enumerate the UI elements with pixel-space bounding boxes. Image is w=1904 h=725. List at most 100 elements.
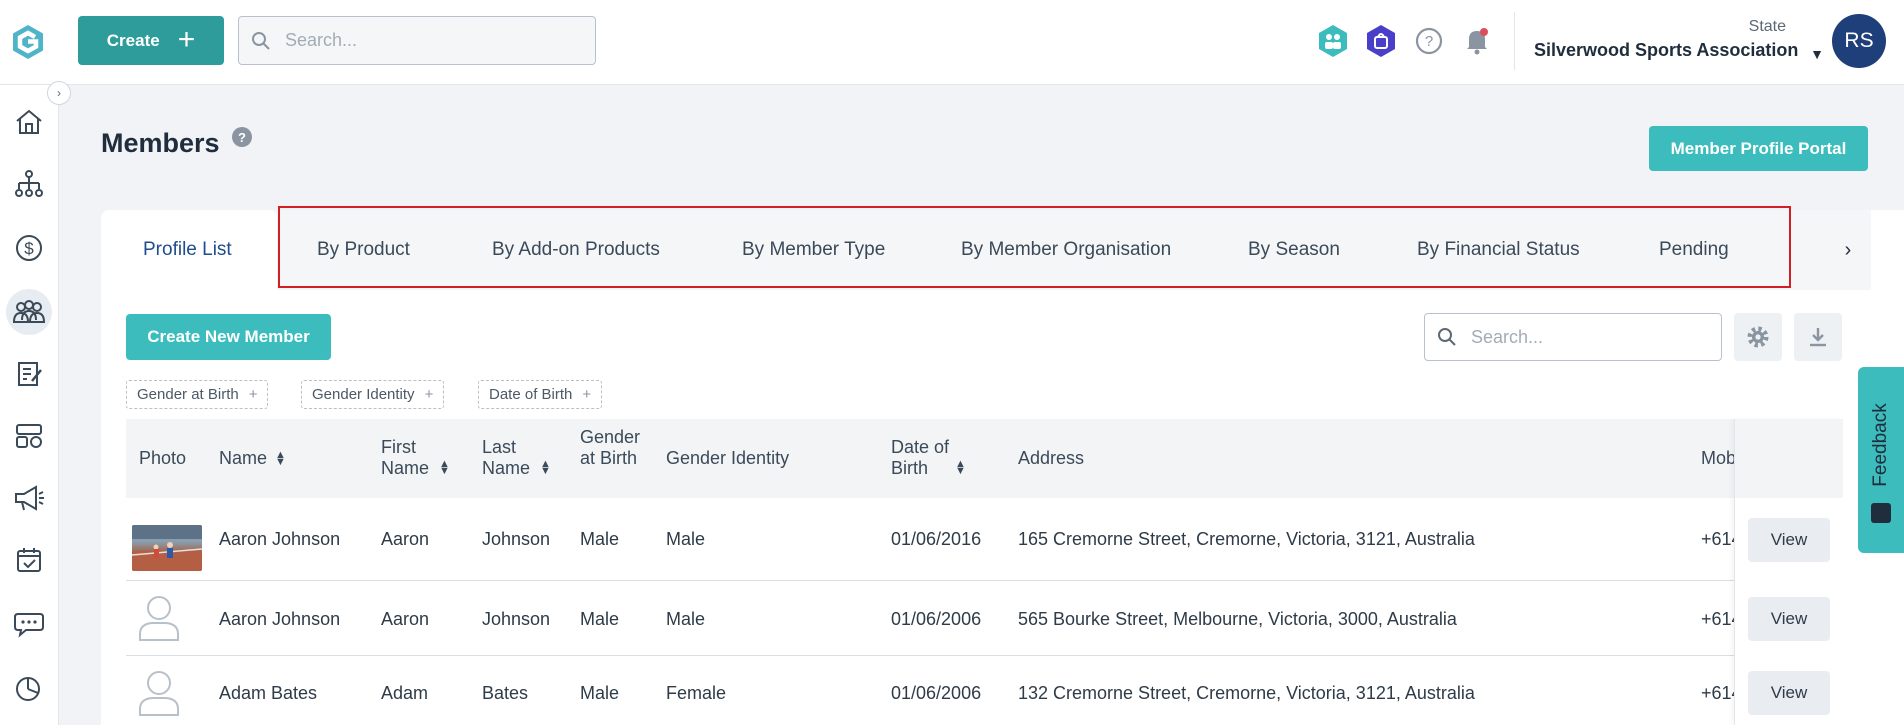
member-gender-identity: Female [666,683,727,703]
sort-icon: ▲ ▼ [275,448,286,468]
tab-by-member-type[interactable]: By Member Type [742,210,885,290]
member-last-name: Bates [482,683,529,703]
member-gender-at-birth: Male [580,529,620,549]
sidebar: $ [0,85,59,725]
column-label: Last Name [482,437,531,478]
tab-by-financial-status[interactable]: By Financial Status [1417,210,1580,290]
create-label: Create [106,30,160,50]
member-name[interactable]: Aaron Johnson [219,529,340,550]
feedback-tab[interactable]: Feedback [1858,367,1904,553]
member-gender-identity: Male [666,529,706,549]
page-title: Members [101,128,220,158]
column-date-of-birth[interactable]: Date of Birth ▲ ▼ [891,437,971,479]
member-first-name: Aaron [381,609,430,629]
competition-icon[interactable] [6,413,52,459]
column-first-name[interactable]: First Name ▲ ▼ [381,437,461,479]
tab-scroll-right-icon[interactable]: › [1826,210,1870,290]
view-button[interactable]: View [1748,597,1830,641]
shop-hex-icon[interactable] [1364,22,1398,60]
plus-icon: + [582,386,592,403]
filter-gender-at-birth[interactable]: Gender at Birth + [126,380,269,409]
view-button[interactable]: View [1748,671,1830,715]
table-search-input[interactable] [1471,326,1691,348]
member-address: 165 Cremorne Street, Cremorne, Victoria,… [1018,529,1475,549]
tab-bar: Profile List By Product By Add-on Produc… [101,210,1871,290]
svg-text:?: ? [1425,33,1433,50]
people-hex-icon[interactable] [1316,22,1350,60]
sort-icon: ▲ ▼ [439,458,450,477]
member-first-name: Aaron [381,529,430,549]
org-level-label: State [1748,18,1786,35]
member-first-name: Adam [381,683,429,703]
member-gender-at-birth: Male [580,683,620,703]
help-icon[interactable]: ? [232,127,252,147]
tab-by-product[interactable]: By Product [317,210,410,290]
table-row: Adam Bates Adam Bates Male Female 01/06/… [126,656,1842,725]
column-photo: Photo [139,448,187,468]
avatar-placeholder-icon [139,596,179,641]
org-name: Silverwood Sports Association [1534,40,1799,60]
help-circle-icon[interactable]: ? [1412,22,1446,60]
member-address: 132 Cremorne Street, Cremorne, Victoria,… [1018,683,1475,703]
members-icon[interactable] [6,289,52,335]
column-gender-at-birth: Gender at Birth [580,427,641,468]
home-icon[interactable] [6,99,52,145]
caret-down-icon: ▼ [1810,46,1824,62]
tab-by-add-on-products[interactable]: By Add-on Products [492,210,660,290]
filter-gender-identity[interactable]: Gender Identity + [301,380,445,409]
sidebar-expand-icon[interactable]: › [47,81,71,105]
column-name[interactable]: Name ▲ ▼ [219,448,286,469]
tab-by-member-organisation[interactable]: By Member Organisation [961,210,1171,290]
notification-dot [1480,28,1488,36]
dollar-icon[interactable]: $ [6,225,52,271]
column-last-name[interactable]: Last Name ▲ ▼ [482,437,562,479]
member-name[interactable]: Aaron Johnson [219,609,340,630]
create-button[interactable]: Create + [78,16,224,65]
tab-profile-list[interactable]: Profile List [101,210,277,290]
feedback-label: Feedback [1870,403,1891,487]
megaphone-icon[interactable] [6,475,52,521]
member-date-of-birth: 01/06/2006 [891,609,982,629]
member-gender-at-birth: Male [580,609,620,629]
search-icon [252,31,270,50]
column-label: Name [219,448,268,468]
feedback-smile-icon [1871,503,1891,523]
column-address: Address [1018,448,1085,468]
divider [1514,12,1515,70]
action-column-header [1735,419,1843,498]
bell-icon[interactable] [1460,22,1494,60]
settings-gear-icon[interactable] [1734,313,1782,361]
plus-icon: + [424,386,434,403]
member-last-name: Johnson [482,529,551,549]
org-chart-icon[interactable] [6,161,52,207]
calendar-check-icon[interactable] [6,537,52,583]
global-search-input[interactable] [285,30,565,51]
tab-by-season[interactable]: By Season [1248,210,1340,290]
global-search[interactable] [238,16,596,65]
svg-text:$: $ [24,239,34,258]
download-icon[interactable] [1794,313,1842,361]
filter-label: Gender at Birth [137,386,239,403]
column-mobile: Mob [1701,448,1737,468]
plus-icon: + [177,22,196,56]
column-label: First Name [381,437,430,478]
view-button[interactable]: View [1748,518,1830,562]
user-avatar[interactable]: RS [1832,14,1886,68]
pie-chart-icon[interactable] [6,665,52,711]
organisation-selector[interactable]: State Silverwood Sports Association ▼ [1534,16,1824,66]
chat-icon[interactable] [6,601,52,647]
tab-pending[interactable]: Pending [1659,210,1729,290]
member-profile-portal-button[interactable]: Member Profile Portal [1649,126,1868,171]
top-icon-group: ? [1316,22,1494,60]
column-label: Date of Birth [891,437,950,478]
member-name[interactable]: Adam Bates [219,683,317,704]
member-last-name: Johnson [482,609,551,629]
filter-date-of-birth[interactable]: Date of Birth + [478,380,603,409]
app-logo-icon[interactable] [8,22,48,62]
member-photo [132,525,202,571]
table-search[interactable] [1424,313,1722,361]
form-icon[interactable] [6,351,52,397]
create-new-member-button[interactable]: Create New Member [126,314,331,360]
search-icon [1438,328,1456,346]
top-bar: Create + ? State Silverwood Sports Assoc… [0,0,1904,85]
